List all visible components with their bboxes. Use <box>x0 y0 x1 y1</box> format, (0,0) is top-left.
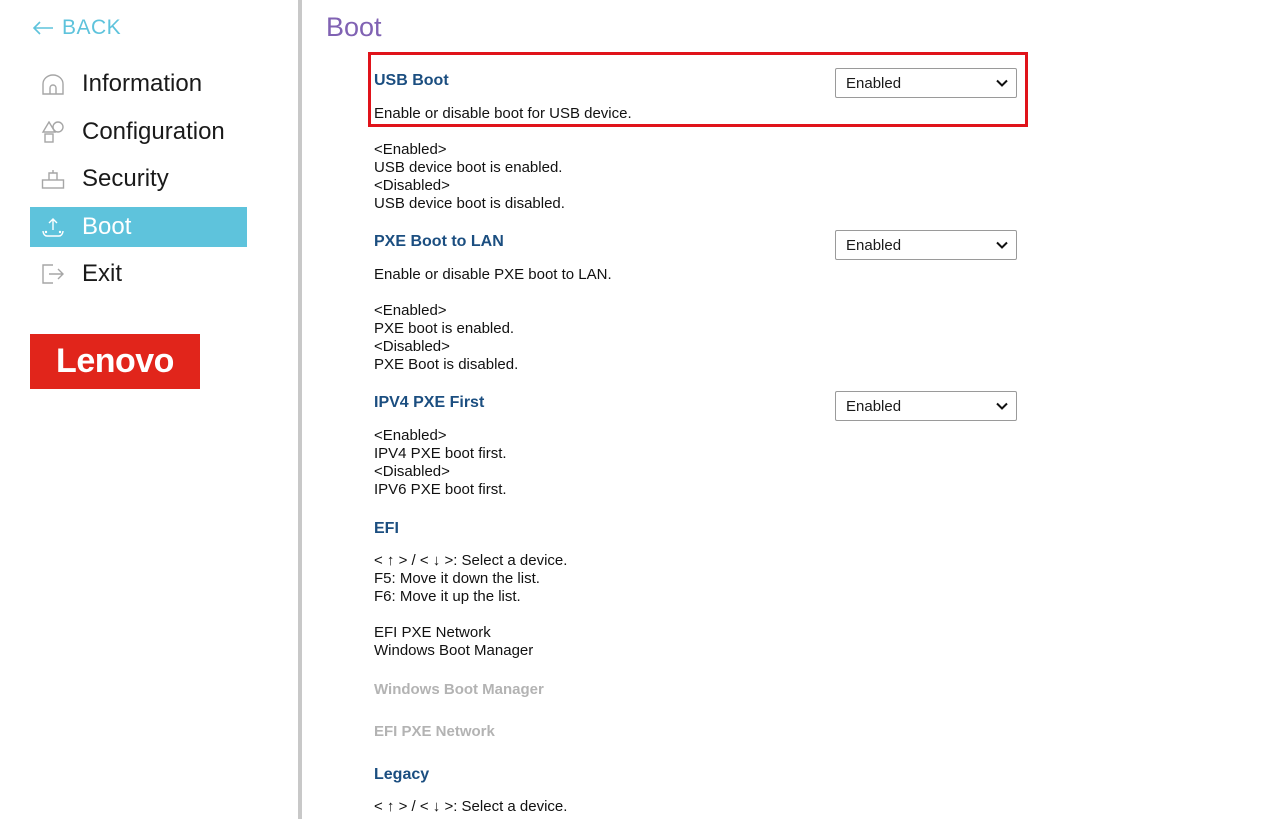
efi-help-1: < ↑ > / < ↓ >: Select a device. <box>374 552 568 569</box>
efi-device-efi-pxe-network[interactable]: EFI PXE Network <box>374 723 495 740</box>
home-icon <box>40 71 66 97</box>
efi-title: EFI <box>374 520 399 537</box>
efi-help-2: F5: Move it down the list. <box>374 570 540 587</box>
pxe-boot-help-3: <Disabled> <box>374 338 450 355</box>
ipv4-pxe-help-3: <Disabled> <box>374 463 450 480</box>
ipv4-pxe-help-2: IPV4 PXE boot first. <box>374 445 507 462</box>
legacy-title: Legacy <box>374 766 430 783</box>
sidebar-nav: Information Configuration Security Boot … <box>30 64 247 302</box>
legacy-help-1: < ↑ > / < ↓ >: Select a device. <box>374 798 568 815</box>
usb-boot-help-3: <Disabled> <box>374 177 450 194</box>
pxe-boot-help-2: PXE boot is enabled. <box>374 320 515 337</box>
sidebar-item-label: Exit <box>82 260 123 287</box>
back-button[interactable]: BACK <box>32 15 121 41</box>
efi-order-item: Windows Boot Manager <box>374 642 534 659</box>
ipv4-pxe-select[interactable]: Enabled <box>835 391 1017 421</box>
pxe-boot-select[interactable]: Enabled <box>835 230 1017 260</box>
ipv4-pxe-value: Enabled <box>846 397 902 415</box>
sidebar-item-label: Boot <box>82 212 132 240</box>
boot-icon <box>40 214 66 240</box>
ipv4-pxe-help-4: IPV6 PXE boot first. <box>374 481 507 498</box>
usb-boot-title: USB Boot <box>374 72 449 89</box>
sidebar-item-configuration[interactable]: Configuration <box>30 112 247 152</box>
page-title: Boot <box>326 12 382 42</box>
efi-help-3: F6: Move it up the list. <box>374 588 521 605</box>
usb-boot-description: Enable or disable boot for USB device. <box>374 105 632 122</box>
sidebar-item-label: Security <box>82 165 169 192</box>
sidebar-item-boot[interactable]: Boot <box>30 206 247 247</box>
pxe-boot-value: Enabled <box>846 236 902 254</box>
pxe-boot-title: PXE Boot to LAN <box>374 233 504 250</box>
usb-boot-help-1: <Enabled> <box>374 141 447 158</box>
chevron-down-icon <box>996 241 1008 249</box>
pxe-boot-description: Enable or disable PXE boot to LAN. <box>374 266 612 283</box>
sidebar-item-security[interactable]: Security <box>30 159 247 199</box>
usb-boot-help-2: USB device boot is enabled. <box>374 159 563 176</box>
ipv4-pxe-help-1: <Enabled> <box>374 427 447 444</box>
arrow-left-icon <box>32 21 53 35</box>
chevron-down-icon <box>996 79 1008 87</box>
exit-icon <box>40 261 66 287</box>
sidebar-item-label: Configuration <box>82 117 225 145</box>
sidebar-item-exit[interactable]: Exit <box>30 254 247 294</box>
security-icon <box>40 166 66 192</box>
sidebar: BACK Information Configuration Security … <box>0 0 298 819</box>
pxe-boot-help-4: PXE Boot is disabled. <box>374 356 519 373</box>
usb-boot-select[interactable]: Enabled <box>835 68 1017 98</box>
efi-order-item: EFI PXE Network <box>374 624 491 641</box>
usb-boot-help-4: USB device boot is disabled. <box>374 195 565 212</box>
pxe-boot-help-1: <Enabled> <box>374 302 447 319</box>
lenovo-logo: Lenovo <box>30 334 200 389</box>
sidebar-item-information[interactable]: Information <box>30 64 247 104</box>
logo-text: Lenovo <box>56 342 174 380</box>
chevron-down-icon <box>996 402 1008 410</box>
sidebar-divider <box>298 0 302 819</box>
usb-boot-value: Enabled <box>846 74 902 92</box>
back-label: BACK <box>62 16 122 39</box>
shapes-icon <box>40 119 66 145</box>
sidebar-item-label: Information <box>82 70 203 97</box>
efi-device-windows-boot-manager[interactable]: Windows Boot Manager <box>374 681 544 698</box>
ipv4-pxe-title: IPV4 PXE First <box>374 394 485 411</box>
